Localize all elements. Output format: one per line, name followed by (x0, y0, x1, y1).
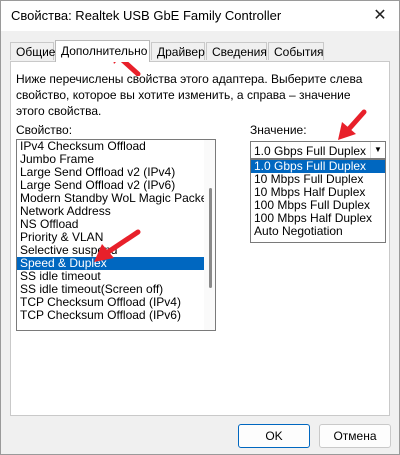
annotation-arrow-icon (338, 109, 367, 140)
annotation-arrow-icon (94, 229, 141, 262)
properties-window: Свойства: Realtek USB GbE Family Control… (0, 0, 400, 455)
cancel-button[interactable]: Отмена (319, 424, 391, 448)
scrollbar-thumb[interactable] (209, 188, 212, 288)
tab-driver[interactable]: Драйвер (151, 42, 205, 60)
title-bar[interactable]: Свойства: Realtek USB GbE Family Control… (1, 1, 399, 31)
close-icon[interactable]: ✕ (367, 4, 393, 28)
property-label: Свойство: (16, 123, 73, 137)
description-text: Ниже перечислены свойства этого адаптера… (16, 72, 363, 118)
tab-strip: Общие Дополнительно Драйвер Сведения Соб… (10, 40, 392, 62)
tab-events[interactable]: События (268, 42, 324, 60)
value-label: Значение: (250, 123, 307, 137)
tab-general[interactable]: Общие (10, 42, 55, 60)
property-list-scrollbar[interactable] (204, 140, 215, 330)
ok-button[interactable]: OK (238, 424, 310, 448)
list-item[interactable]: TCP Checksum Offload (IPv6) (17, 309, 215, 322)
value-dropdown-list[interactable]: 1.0 Gbps Full Duplex 10 Mbps Full Duplex… (250, 159, 386, 243)
window-title: Свойства: Realtek USB GbE Family Control… (11, 8, 282, 23)
value-select-text: 1.0 Gbps Full Duplex (254, 144, 367, 158)
tab-details[interactable]: Сведения (206, 42, 267, 60)
chevron-down-icon[interactable]: ▼ (370, 142, 385, 158)
tab-advanced[interactable]: Дополнительно (55, 40, 150, 62)
dropdown-option[interactable]: Auto Negotiation (251, 225, 385, 238)
